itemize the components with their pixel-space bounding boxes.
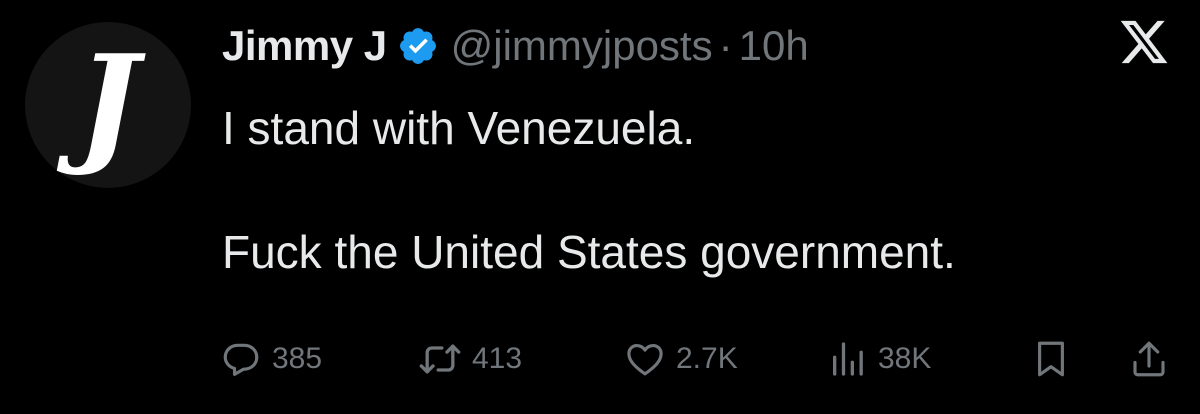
like-button[interactable]: 2.7K bbox=[624, 334, 738, 384]
heart-icon bbox=[627, 343, 663, 376]
retweet-icon bbox=[419, 344, 461, 374]
tweet-header: Jimmy J @jimmyjposts · 10h bbox=[222, 14, 809, 78]
bookmark-button[interactable] bbox=[1030, 334, 1072, 384]
x-logo-icon[interactable] bbox=[1118, 16, 1170, 68]
reply-count: 385 bbox=[272, 342, 323, 375]
retweet-button[interactable]: 413 bbox=[418, 334, 522, 384]
timestamp[interactable]: 10h bbox=[739, 22, 809, 70]
views-button[interactable]: 38K bbox=[828, 334, 931, 384]
verified-badge-icon bbox=[399, 28, 436, 64]
retweet-count: 413 bbox=[472, 342, 523, 375]
tweet-text: I stand with Venezuela. Fuck the United … bbox=[222, 96, 1172, 284]
tweet-text-line-2: Fuck the United States government. bbox=[222, 226, 956, 278]
user-handle[interactable]: @jimmyjposts bbox=[451, 22, 713, 70]
reply-button[interactable]: 385 bbox=[220, 334, 322, 384]
display-name[interactable]: Jimmy J bbox=[222, 22, 387, 70]
bookmark-icon bbox=[1038, 341, 1064, 377]
share-button[interactable] bbox=[1128, 334, 1170, 384]
share-icon bbox=[1133, 341, 1165, 377]
separator-dot: · bbox=[718, 22, 733, 69]
avatar-logo-letter: J bbox=[77, 26, 139, 179]
tweet-text-line-1: I stand with Venezuela. bbox=[222, 102, 696, 154]
views-icon bbox=[833, 342, 863, 376]
tweet-card: J Jimmy J @jimmyjposts · 10h I stand wit… bbox=[0, 0, 1200, 414]
like-count: 2.7K bbox=[676, 342, 738, 375]
views-count: 38K bbox=[878, 342, 932, 375]
reply-icon bbox=[223, 343, 259, 376]
avatar[interactable]: J bbox=[25, 22, 191, 188]
action-bar: 385 413 2.7K 38K bbox=[0, 334, 1200, 384]
